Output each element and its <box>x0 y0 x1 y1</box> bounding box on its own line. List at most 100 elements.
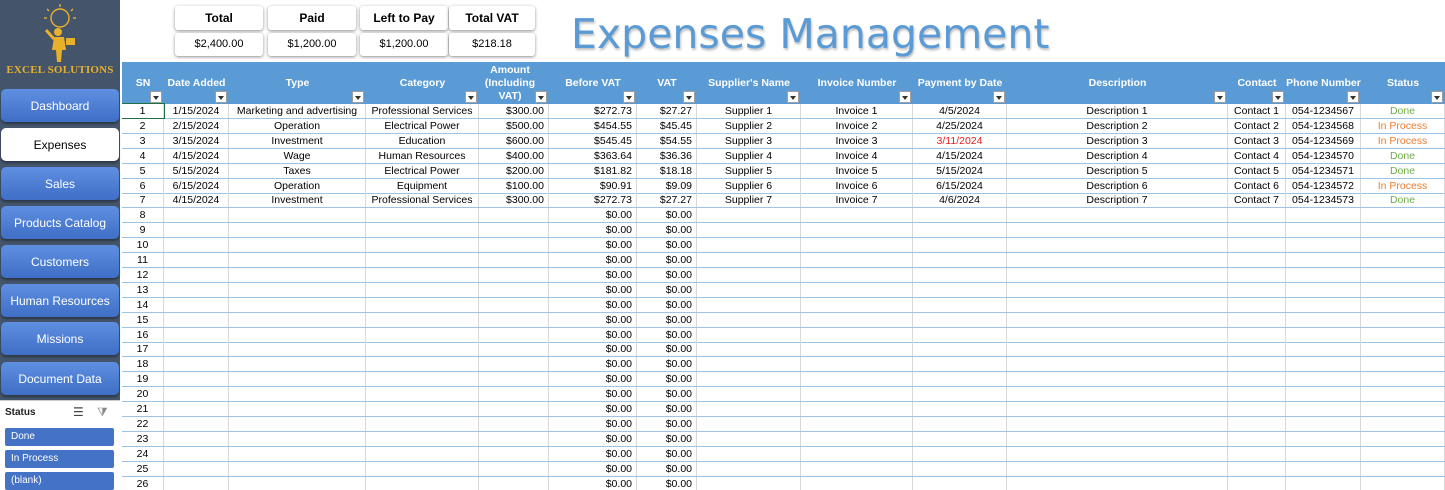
table-row[interactable]: 19 $0.00 $0.00 <box>122 372 1445 388</box>
cell-invoice-number[interactable] <box>801 223 913 238</box>
table-row[interactable]: 1 1/15/2024 Marketing and advertising Profe… <box>122 103 1445 119</box>
cell-description[interactable] <box>1007 431 1228 446</box>
cell-vat[interactable]: $0.00 <box>637 402 697 416</box>
cell-status[interactable] <box>1361 208 1445 223</box>
cell-category[interactable] <box>366 253 479 267</box>
multi-select-icon[interactable]: ☰ <box>73 405 84 419</box>
cell-contact[interactable]: Contact 4 <box>1228 148 1286 163</box>
cell-type[interactable] <box>229 387 366 402</box>
cell-category[interactable]: Electrical Power <box>366 118 479 133</box>
cell-sn[interactable]: 7 <box>122 193 164 208</box>
cell-contact[interactable] <box>1228 416 1286 431</box>
filter-dropdown-icon[interactable] <box>623 91 635 103</box>
cell-payment-by-date[interactable]: 4/15/2024 <box>913 148 1007 163</box>
cell-type[interactable] <box>229 282 366 297</box>
cell-amount[interactable] <box>479 446 549 461</box>
cell-date-added[interactable] <box>164 446 229 461</box>
filter-dropdown-icon[interactable] <box>150 91 162 103</box>
cell-before-vat[interactable]: $0.00 <box>549 282 637 297</box>
cell-date-added[interactable] <box>164 223 229 238</box>
cell-amount[interactable] <box>479 327 549 342</box>
cell-before-vat[interactable]: $0.00 <box>549 387 637 402</box>
cell-before-vat[interactable]: $0.00 <box>549 208 637 223</box>
cell-vat[interactable]: $0.00 <box>637 208 697 223</box>
cell-amount[interactable] <box>479 282 549 297</box>
cell-payment-by-date[interactable] <box>913 357 1007 372</box>
cell-sn[interactable]: 26 <box>122 476 164 490</box>
cell-supplier-name[interactable]: Supplier 4 <box>697 148 801 163</box>
cell-vat[interactable]: $27.27 <box>637 193 697 208</box>
cell-sn[interactable]: 17 <box>122 342 164 357</box>
cell-invoice-number[interactable] <box>801 208 913 223</box>
table-row[interactable]: 12 $0.00 $0.00 <box>122 267 1445 283</box>
cell-phone-number[interactable] <box>1286 402 1361 416</box>
cell-before-vat[interactable]: $0.00 <box>549 431 637 446</box>
cell-invoice-number[interactable] <box>801 327 913 342</box>
cell-before-vat[interactable]: $0.00 <box>549 267 637 282</box>
cell-payment-by-date[interactable] <box>913 208 1007 223</box>
cell-amount[interactable]: $400.00 <box>479 148 549 163</box>
cell-description[interactable] <box>1007 416 1228 431</box>
nav-human-resources-button[interactable]: Human Resources <box>1 284 119 317</box>
cell-date-added[interactable] <box>164 416 229 431</box>
cell-status[interactable] <box>1361 238 1445 253</box>
cell-sn[interactable]: 14 <box>122 297 164 312</box>
cell-payment-by-date[interactable] <box>913 297 1007 312</box>
cell-sn[interactable]: 4 <box>122 148 164 163</box>
cell-payment-by-date[interactable] <box>913 416 1007 431</box>
cell-supplier-name[interactable] <box>697 446 801 461</box>
cell-invoice-number[interactable] <box>801 282 913 297</box>
filter-dropdown-icon[interactable] <box>215 91 227 103</box>
cell-contact[interactable] <box>1228 402 1286 416</box>
cell-before-vat[interactable]: $272.73 <box>549 104 637 118</box>
table-row[interactable]: 18 $0.00 $0.00 <box>122 357 1445 373</box>
cell-type[interactable] <box>229 208 366 223</box>
cell-payment-by-date[interactable] <box>913 253 1007 267</box>
cell-type[interactable] <box>229 461 366 476</box>
cell-type[interactable] <box>229 297 366 312</box>
cell-supplier-name[interactable]: Supplier 1 <box>697 104 801 118</box>
cell-payment-by-date[interactable] <box>913 372 1007 387</box>
table-row[interactable]: 17 $0.00 $0.00 <box>122 342 1445 358</box>
cell-category[interactable] <box>366 387 479 402</box>
cell-payment-by-date[interactable] <box>913 327 1007 342</box>
cell-category[interactable] <box>366 267 479 282</box>
cell-vat[interactable]: $0.00 <box>637 431 697 446</box>
cell-amount[interactable]: $300.00 <box>479 193 549 208</box>
cell-invoice-number[interactable] <box>801 267 913 282</box>
nav-sales-button[interactable]: Sales <box>1 167 119 200</box>
cell-supplier-name[interactable] <box>697 223 801 238</box>
cell-payment-by-date[interactable] <box>913 223 1007 238</box>
cell-phone-number[interactable]: 054-1234570 <box>1286 148 1361 163</box>
filter-dropdown-icon[interactable] <box>352 91 364 103</box>
cell-date-added[interactable] <box>164 402 229 416</box>
filter-dropdown-icon[interactable] <box>535 91 547 103</box>
cell-type[interactable] <box>229 372 366 387</box>
cell-supplier-name[interactable] <box>697 372 801 387</box>
cell-type[interactable] <box>229 238 366 253</box>
cell-sn[interactable]: 11 <box>122 253 164 267</box>
cell-phone-number[interactable]: 054-1234571 <box>1286 163 1361 178</box>
cell-sn[interactable]: 6 <box>122 178 164 193</box>
cell-category[interactable] <box>366 223 479 238</box>
cell-description[interactable]: Description 3 <box>1007 133 1228 148</box>
cell-payment-by-date[interactable] <box>913 267 1007 282</box>
cell-date-added[interactable] <box>164 312 229 327</box>
cell-supplier-name[interactable] <box>697 387 801 402</box>
cell-vat[interactable]: $18.18 <box>637 163 697 178</box>
cell-vat[interactable]: $0.00 <box>637 416 697 431</box>
cell-supplier-name[interactable] <box>697 431 801 446</box>
cell-phone-number[interactable] <box>1286 342 1361 357</box>
cell-type[interactable] <box>229 416 366 431</box>
cell-amount[interactable]: $200.00 <box>479 163 549 178</box>
cell-status[interactable] <box>1361 431 1445 446</box>
cell-supplier-name[interactable] <box>697 208 801 223</box>
cell-phone-number[interactable] <box>1286 387 1361 402</box>
cell-sn[interactable]: 10 <box>122 238 164 253</box>
table-row[interactable]: 7 4/15/2024 Investment Professional Service… <box>122 193 1445 209</box>
cell-payment-by-date[interactable] <box>913 387 1007 402</box>
cell-status[interactable]: In Process <box>1361 118 1445 133</box>
clear-filter-icon[interactable]: ⧩ <box>97 405 108 420</box>
cell-type[interactable]: Marketing and advertising <box>229 104 366 118</box>
cell-sn[interactable]: 2 <box>122 118 164 133</box>
